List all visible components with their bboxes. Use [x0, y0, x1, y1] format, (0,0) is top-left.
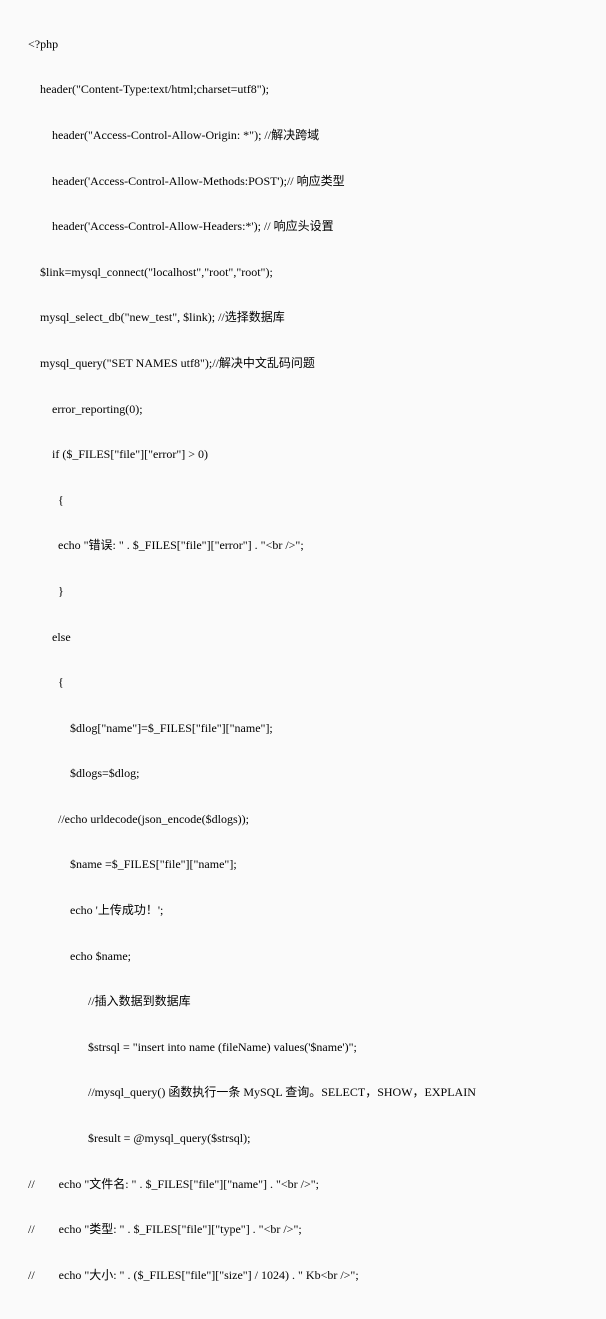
code-line: else [28, 626, 598, 649]
php-code-block: <?php header("Content-Type:text/html;cha… [0, 0, 606, 1319]
code-line: // echo "类型: " . $_FILES["file"]["type"]… [28, 1218, 598, 1241]
code-line: { [28, 671, 598, 694]
code-line: header('Access-Control-Allow-Headers:*')… [28, 215, 598, 238]
code-line: //mysql_query() 函数执行一条 MySQL 查询。SELECT，S… [28, 1081, 598, 1104]
code-line: header("Access-Control-Allow-Origin: *")… [28, 124, 598, 147]
code-line: echo '上传成功！'; [28, 899, 598, 922]
code-line: if ($_FILES["file"]["error"] > 0) [28, 443, 598, 466]
code-line: header("Content-Type:text/html;charset=u… [28, 78, 598, 101]
code-line: echo "错误: " . $_FILES["file"]["error"] .… [28, 534, 598, 557]
code-line: $name =$_FILES["file"]["name"]; [28, 853, 598, 876]
code-line: // echo "大小: " . ($_FILES["file"]["size"… [28, 1264, 598, 1287]
code-line: $dlogs=$dlog; [28, 762, 598, 785]
code-line: error_reporting(0); [28, 398, 598, 421]
code-line: <?php [28, 33, 598, 56]
code-line: $result = @mysql_query($strsql); [28, 1127, 598, 1150]
code-line: // echo "文件名: " . $_FILES["file"]["name"… [28, 1173, 598, 1196]
code-line: mysql_select_db("new_test", $link); //选择… [28, 306, 598, 329]
code-line: //插入数据到数据库 [28, 990, 598, 1013]
code-line: header('Access-Control-Allow-Methods:POS… [28, 170, 598, 193]
code-line: $dlog["name"]=$_FILES["file"]["name"]; [28, 717, 598, 740]
code-line: $link=mysql_connect("localhost","root","… [28, 261, 598, 284]
code-line: { [28, 489, 598, 512]
code-line: mysql_query("SET NAMES utf8");//解决中文乱码问题 [28, 352, 598, 375]
code-line: echo $name; [28, 945, 598, 968]
code-line: } [28, 580, 598, 603]
code-line: $strsql = "insert into name (fileName) v… [28, 1036, 598, 1059]
code-line: //echo urldecode(json_encode($dlogs)); [28, 808, 598, 831]
